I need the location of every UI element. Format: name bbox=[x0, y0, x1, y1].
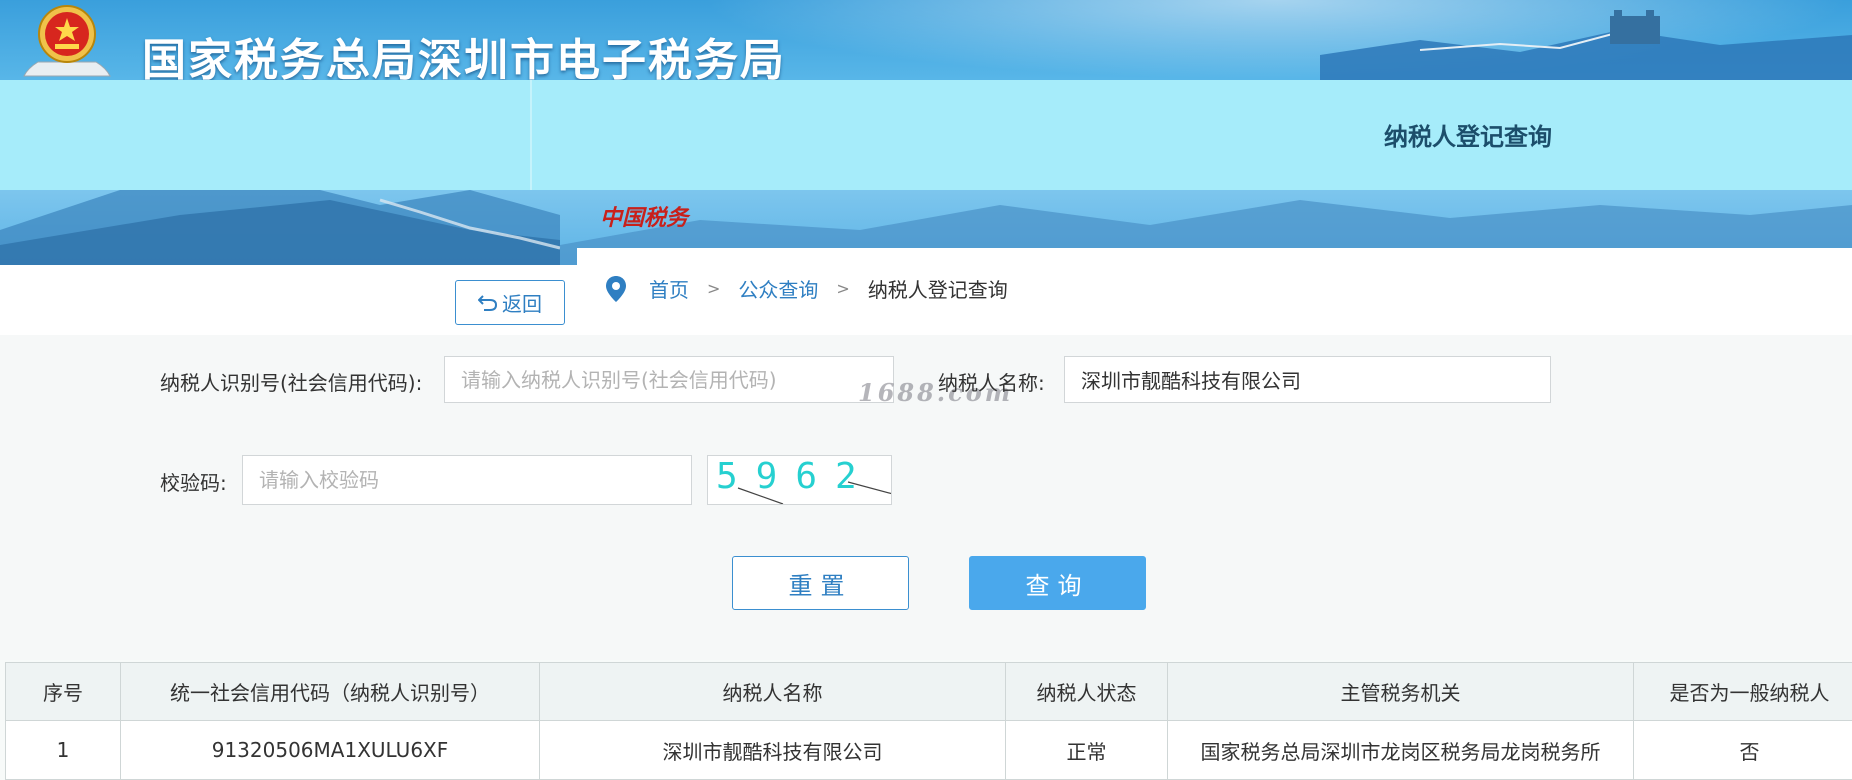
captcha-input[interactable] bbox=[242, 455, 692, 505]
query-button[interactable]: 查询 bbox=[969, 556, 1146, 610]
breadcrumb-public-query[interactable]: 公众查询 bbox=[738, 274, 818, 303]
taxpayer-id-label: 纳税人识别号(社会信用代码): bbox=[160, 367, 422, 396]
undo-arrow-icon bbox=[478, 294, 498, 312]
column-header-general-taxpayer: 是否为一般纳税人 bbox=[1634, 663, 1852, 721]
breadcrumb-current: 纳税人登记查询 bbox=[868, 274, 1008, 303]
column-header-tax-authority: 主管税务机关 bbox=[1168, 663, 1634, 721]
column-header-credit-code: 统一社会信用代码（纳税人识别号） bbox=[121, 663, 540, 721]
cell-taxpayer-name: 深圳市靓酷科技有限公司 bbox=[540, 721, 1006, 780]
results-table: 序号 统一社会信用代码（纳税人识别号） 纳税人名称 纳税人状态 主管税务机关 是… bbox=[5, 662, 1852, 780]
taxpayer-name-input[interactable] bbox=[1064, 356, 1551, 403]
cell-tax-authority: 国家税务总局深圳市龙岗区税务局龙岗税务所 bbox=[1168, 721, 1634, 780]
header-banner: 国家税务总局深圳市电子税务局 纳税人登记查询 中国税务 bbox=[0, 0, 1852, 265]
column-header-taxpayer-name: 纳税人名称 bbox=[540, 663, 1006, 721]
captcha-image[interactable]: 5962 bbox=[707, 455, 892, 505]
title-hint-band-right bbox=[532, 80, 1852, 190]
map-pin-icon bbox=[605, 275, 627, 303]
cell-credit-code: 91320506MA1XULU6XF bbox=[121, 721, 540, 780]
column-header-index: 序号 bbox=[6, 663, 121, 721]
title-hint-band bbox=[0, 80, 530, 190]
page-title-hint: 纳税人登记查询 bbox=[1384, 117, 1552, 152]
breadcrumb: 首页 > 公众查询 > 纳税人登记查询 bbox=[605, 274, 1008, 303]
cell-general-taxpayer: 否 bbox=[1634, 721, 1852, 780]
back-button[interactable]: 返回 bbox=[455, 280, 565, 325]
cell-status: 正常 bbox=[1006, 721, 1168, 780]
captcha-noise-lines bbox=[708, 456, 892, 505]
captcha-label: 校验码: bbox=[160, 467, 227, 496]
china-tax-logo: 中国税务 bbox=[600, 200, 688, 232]
cell-index: 1 bbox=[6, 721, 121, 780]
back-button-label: 返回 bbox=[502, 288, 542, 317]
breadcrumb-separator: > bbox=[836, 279, 849, 298]
table-header-row: 序号 统一社会信用代码（纳税人识别号） 纳税人名称 纳税人状态 主管税务机关 是… bbox=[6, 663, 1852, 721]
tax-emblem-icon bbox=[18, 2, 116, 82]
site-title: 国家税务总局深圳市电子税务局 bbox=[142, 24, 786, 88]
table-row: 1 91320506MA1XULU6XF 深圳市靓酷科技有限公司 正常 国家税务… bbox=[6, 721, 1852, 780]
taxpayer-id-input[interactable] bbox=[444, 356, 894, 403]
reset-button[interactable]: 重置 bbox=[732, 556, 909, 610]
taxpayer-name-label: 纳税人名称: bbox=[938, 367, 1045, 396]
breadcrumb-separator: > bbox=[707, 279, 720, 298]
breadcrumb-home[interactable]: 首页 bbox=[649, 274, 689, 303]
column-header-status: 纳税人状态 bbox=[1006, 663, 1168, 721]
